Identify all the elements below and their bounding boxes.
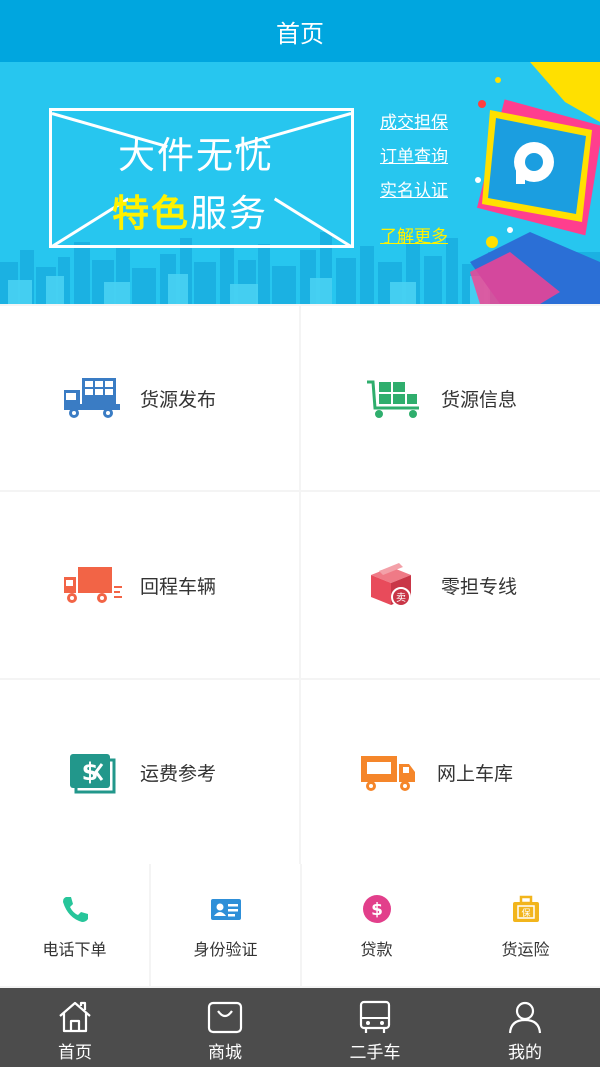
tab-label: 首页	[58, 1043, 92, 1063]
quick-loan[interactable]: $ 贷款	[302, 864, 451, 986]
tab-home[interactable]: 首页	[0, 988, 150, 1067]
page-header: 首页	[0, 0, 600, 62]
service-label: 零担专线	[441, 575, 518, 598]
quick-phone-order[interactable]: 电话下单	[0, 864, 149, 986]
quick-actions-row: 电话下单 身份验证 $ 贷款 保 货运险	[0, 864, 600, 986]
quick-label: 贷款	[360, 940, 393, 959]
tab-label: 商城	[208, 1043, 242, 1063]
service-ltl-line[interactable]: 卖 零担专线	[301, 492, 600, 678]
brand-logo-decoration-icon	[470, 62, 600, 304]
tab-label: 二手车	[349, 1043, 401, 1063]
phone-icon	[62, 897, 88, 922]
service-label: 货源信息	[441, 388, 518, 411]
bottom-tab-bar: 首页 商城 二手车 我的	[0, 988, 600, 1067]
svg-text:$: $	[371, 900, 383, 920]
cart-boxes-icon	[367, 380, 419, 418]
tab-label: 我的	[508, 1043, 542, 1063]
service-freight-info[interactable]: 货源信息	[301, 306, 600, 490]
app-page: 首页 大件无忧 特色服务 成交担保 订单查询 实名认证 了解更多 货源发布 货源…	[0, 0, 600, 1067]
svg-text:卖: 卖	[396, 592, 406, 604]
service-label: 回程车辆	[140, 575, 217, 598]
truck-cargo-icon	[64, 378, 120, 418]
orange-truck-icon	[361, 756, 415, 791]
quick-cargo-insurance[interactable]: 保 货运险	[451, 864, 600, 986]
banner-subtitle: 特色服务	[112, 183, 268, 237]
service-return-vehicles[interactable]: 回程车辆	[0, 492, 299, 678]
banner-learn-more-link[interactable]: 了解更多	[380, 222, 448, 247]
service-label: 货源发布	[140, 388, 217, 411]
insurance-bag-icon: 保	[512, 895, 539, 922]
page-title: 首页	[276, 19, 324, 48]
tab-used-cars[interactable]: 二手车	[300, 988, 450, 1067]
service-label: 运费参考	[140, 762, 217, 785]
tab-mine[interactable]: 我的	[450, 988, 600, 1067]
service-label: 网上车库	[437, 762, 514, 785]
banner-subtitle-rest: 服务	[190, 192, 268, 235]
banner-subtitle-highlight: 特色	[112, 192, 190, 235]
shop-bag-icon	[207, 1001, 243, 1034]
tab-shop[interactable]: 商城	[150, 988, 300, 1067]
quick-id-verification[interactable]: 身份验证	[151, 864, 300, 986]
promo-banner[interactable]: 大件无忧 特色服务 成交担保 订单查询 实名认证 了解更多	[0, 62, 600, 304]
quick-label: 身份验证	[193, 940, 258, 959]
service-online-garage[interactable]: 网上车库	[301, 680, 600, 864]
service-freight-publish[interactable]: 货源发布	[0, 306, 299, 490]
sell-box-icon: 卖	[371, 563, 411, 607]
id-card-icon	[210, 899, 241, 920]
user-icon	[508, 1001, 542, 1034]
banner-link-guarantee[interactable]: 成交担保	[380, 108, 448, 133]
home-icon	[59, 1001, 91, 1033]
svg-text:保: 保	[521, 907, 530, 919]
dollar-coin-icon: $	[362, 895, 391, 923]
banner-link-order-query[interactable]: 订单查询	[380, 142, 448, 167]
quick-label: 货运险	[501, 940, 550, 959]
return-truck-icon	[64, 567, 122, 603]
banner-title: 大件无忧	[118, 134, 274, 177]
freight-price-icon: $	[70, 754, 116, 794]
bus-icon	[359, 1000, 391, 1033]
banner-link-verification[interactable]: 实名认证	[380, 176, 448, 201]
service-freight-reference[interactable]: $ 运费参考	[0, 680, 299, 864]
quick-label: 电话下单	[42, 940, 107, 959]
